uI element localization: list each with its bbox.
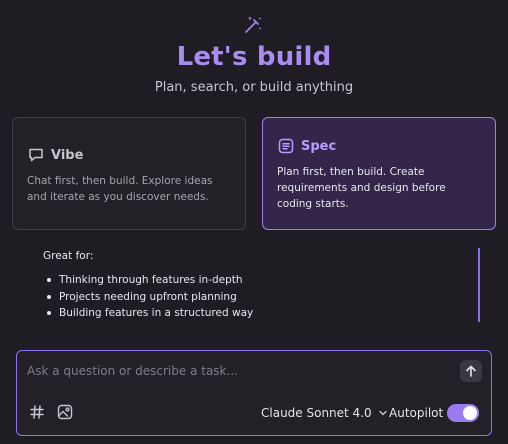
autopilot-toggle[interactable]: [447, 404, 479, 422]
list-item: Building features in a structured way: [46, 306, 253, 323]
model-name: Claude Sonnet 4.0: [261, 406, 372, 420]
mode-title-vibe: Vibe: [51, 147, 84, 163]
document-list-icon: [278, 138, 294, 154]
chat-bubble-icon: [29, 148, 43, 162]
mode-description-spec: Plan first, then build. Create requireme…: [277, 166, 446, 210]
details-scrollbar[interactable]: [478, 248, 480, 322]
task-input[interactable]: [25, 360, 449, 382]
composer: Claude Sonnet 4.0 Autopilot: [16, 350, 492, 436]
details-list: Thinking through features in-depth Proje…: [46, 273, 253, 323]
list-item: Thinking through features in-depth: [46, 273, 253, 290]
chevron-down-icon: [378, 410, 387, 416]
hash-icon[interactable]: [29, 404, 45, 420]
magic-wand-icon: [242, 14, 264, 36]
image-upload-icon[interactable]: [57, 404, 73, 420]
page-title: Let's build: [176, 42, 332, 72]
mode-card-spec[interactable]: Spec Plan first, then build. Create requ…: [262, 117, 496, 230]
mode-description-vibe: Chat first, then build. Explore ideas an…: [27, 175, 213, 203]
details-heading: Great for:: [43, 250, 94, 262]
mode-card-vibe[interactable]: Vibe Chat first, then build. Explore ide…: [12, 117, 246, 230]
autopilot-label: Autopilot: [389, 406, 444, 420]
list-item: Projects needing upfront planning: [46, 290, 253, 307]
page-subtitle: Plan, search, or build anything: [154, 80, 354, 95]
toggle-knob: [463, 406, 477, 420]
model-selector[interactable]: Claude Sonnet 4.0: [261, 406, 388, 420]
arrow-up-icon: [466, 365, 476, 377]
send-button[interactable]: [460, 360, 482, 382]
mode-title-spec: Spec: [301, 138, 337, 154]
